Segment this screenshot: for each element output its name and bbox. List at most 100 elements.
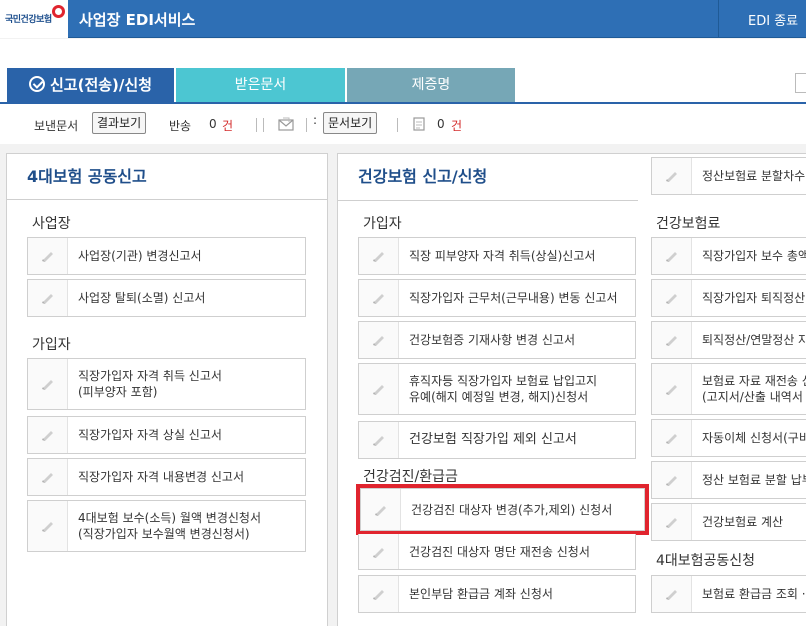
toolbar-divider — [263, 118, 264, 132]
toolbar-divider — [306, 118, 307, 132]
returned-unit: 건 — [222, 119, 234, 133]
form-item[interactable]: 4대보험 보수(소득) 월액 변경신청서 (직장가입자 보수월액 변경신청서) — [27, 500, 306, 552]
form-label: 직장 피부양자 자격 취득(상실)신고서 — [409, 249, 596, 263]
pencil-doc-icon — [666, 336, 677, 346]
tab-bar: 신고(전송)/신청 받은문서 제증명 — [0, 39, 806, 103]
app-title: 사업장 EDI서비스 — [79, 11, 196, 29]
form-item[interactable]: 직장가입자 보수 총액 — [651, 237, 806, 275]
pencil-doc-icon — [373, 294, 384, 304]
envelope-icon[interactable] — [278, 116, 294, 132]
form-label: 사업장 탈퇴(소멸) 신고서 — [78, 291, 206, 305]
form-item[interactable]: 정산보험료 분할차수 — [651, 157, 806, 195]
form-icon-cell — [28, 280, 68, 316]
form-icon-cell — [28, 501, 68, 551]
logo-text: 국민건강보험 — [5, 15, 52, 25]
tab-received-label: 받은문서 — [234, 77, 287, 93]
form-item[interactable]: 보험료 환급금 조회 · — [651, 575, 806, 613]
form-label: 본인부담 환급금 계좌 신청서 — [409, 587, 553, 601]
section-title-workplace: 사업장 — [32, 216, 71, 232]
form-item[interactable]: 사업장 탈퇴(소멸) 신고서 — [27, 279, 306, 317]
form-icon-cell — [652, 462, 692, 498]
tab-submit-label: 신고(전송)/신청 — [50, 76, 152, 94]
form-label: 자동이체 신청서(구비 — [702, 431, 806, 445]
document-icon[interactable] — [411, 116, 427, 132]
form-item[interactable]: 보험료 자료 재전송 신 (고지서/산출 내역서 — [651, 363, 806, 415]
form-icon-cell — [359, 534, 399, 569]
form-item[interactable]: 사업장(기관) 변경신고서 — [27, 237, 306, 275]
form-label: 4대보험 보수(소득) 월액 변경신청서 (직장가입자 보수월액 변경신청서) — [78, 511, 262, 541]
sent-docs-label: 보낸문서 — [34, 119, 79, 133]
form-icon-cell — [359, 422, 399, 458]
form-label: 건강보험료 계산 — [702, 515, 784, 529]
tab-received[interactable]: 받은문서 — [176, 68, 345, 102]
form-icon-cell — [652, 364, 692, 414]
form-item[interactable]: 자동이체 신청서(구비 — [651, 419, 806, 457]
selection-highlight — [356, 484, 649, 535]
panel-title: 건강보험 신고/신청 — [358, 167, 488, 186]
panel-title: 4대보험 공동신고 — [7, 154, 327, 200]
form-icon-cell — [359, 576, 399, 612]
form-label: 보험료 환급금 조회 · — [702, 587, 806, 601]
form-label: 직장가입자 자격 내용변경 신고서 — [78, 470, 245, 484]
form-item[interactable]: 건강보험증 기재사항 변경 신고서 — [358, 321, 636, 359]
pencil-doc-icon — [373, 590, 384, 600]
section-title-common-apply: 4대보험공동신청 — [656, 553, 756, 569]
form-item[interactable]: 직장가입자 자격 내용변경 신고서 — [27, 458, 306, 496]
form-label: 직장가입자 자격 취득 신고서 (피부양자 포함) — [78, 369, 222, 399]
pencil-doc-icon — [666, 518, 677, 528]
header-divider — [718, 0, 719, 38]
logo-circle-icon — [52, 5, 65, 18]
form-label: 건강검진 대상자 명단 재전송 신청서 — [409, 544, 590, 559]
right-edge-control[interactable] — [795, 73, 806, 93]
form-icon-cell — [28, 459, 68, 495]
view-results-button[interactable]: 결과보기 — [92, 112, 147, 134]
form-item[interactable]: 건강보험 직장가입 제외 신고서 — [358, 421, 636, 459]
pencil-doc-icon — [666, 385, 677, 395]
pencil-doc-icon — [373, 252, 384, 262]
form-item[interactable]: 정산 보험료 분할 납부 — [651, 461, 806, 499]
form-label: 직장가입자 퇴직정산 — [702, 291, 806, 305]
pencil-doc-icon — [42, 473, 53, 483]
other-unit: 건 — [451, 119, 463, 133]
form-item[interactable]: 직장가입자 자격 취득 신고서 (피부양자 포함) — [27, 358, 306, 410]
form-label: 보험료 자료 재전송 신 (고지서/산출 내역서 — [702, 374, 806, 404]
form-label: 휴직자등 직장가입자 보험료 납입고지 유예(해지 예정일 변경, 해지)신청서 — [409, 374, 598, 404]
form-label: 직장가입자 보수 총액 — [702, 249, 806, 263]
view-docs-button[interactable]: 문서보기 — [323, 112, 378, 134]
form-item[interactable]: 본인부담 환급금 계좌 신청서 — [358, 575, 636, 613]
logout-button[interactable]: EDI 종료 — [748, 10, 798, 29]
form-icon-cell — [652, 158, 692, 194]
pencil-doc-icon — [373, 385, 384, 395]
form-icon-cell — [359, 280, 399, 316]
nhis-logo[interactable]: 국민건강보험 — [0, 0, 68, 38]
form-icon-cell — [359, 364, 399, 414]
toolbar: 보낸문서 결과보기 반송 0 건 : 문서보기 0 건 — [0, 104, 806, 144]
form-item[interactable]: 퇴직정산/연말정산 자 — [651, 321, 806, 359]
tab-certificate[interactable]: 제증명 — [347, 68, 515, 102]
form-item[interactable]: 직장 피부양자 자격 취득(상실)신고서 — [358, 237, 636, 275]
pencil-doc-icon — [42, 294, 53, 304]
form-item[interactable]: 건강보험료 계산 — [651, 503, 806, 541]
form-icon-cell — [652, 238, 692, 274]
toolbar-dots: : — [313, 113, 318, 127]
returned-label: 반송 — [169, 119, 192, 133]
pencil-doc-icon — [373, 547, 384, 558]
form-item[interactable]: 직장가입자 근무처(근무내용) 변동 신고서 — [358, 279, 636, 317]
form-label: 직장가입자 자격 상실 신고서 — [78, 428, 222, 442]
form-item[interactable]: 휴직자등 직장가입자 보험료 납입고지 유예(해지 예정일 변경, 해지)신청서 — [358, 363, 636, 415]
form-item[interactable]: 직장가입자 자격 상실 신고서 — [27, 416, 306, 454]
form-item[interactable]: 직장가입자 퇴직정산 — [651, 279, 806, 317]
section-title-subscriber: 가입자 — [32, 337, 71, 353]
pencil-doc-icon — [666, 252, 677, 262]
pencil-doc-icon — [42, 431, 53, 441]
section-title-checkup-refund: 건강검진/환급금 — [363, 469, 458, 485]
top-bar: 국민건강보험 사업장 EDI서비스 EDI 종료 — [0, 0, 806, 38]
pencil-doc-icon — [666, 434, 677, 444]
check-circle-icon — [29, 76, 45, 92]
form-item[interactable]: 건강검진 대상자 명단 재전송 신청서 — [358, 534, 636, 570]
form-icon-cell — [652, 504, 692, 540]
pencil-doc-icon — [42, 252, 53, 262]
form-label: 직장가입자 근무처(근무내용) 변동 신고서 — [409, 291, 618, 305]
tab-submit[interactable]: 신고(전송)/신청 — [7, 68, 174, 102]
pencil-doc-icon — [666, 294, 677, 304]
